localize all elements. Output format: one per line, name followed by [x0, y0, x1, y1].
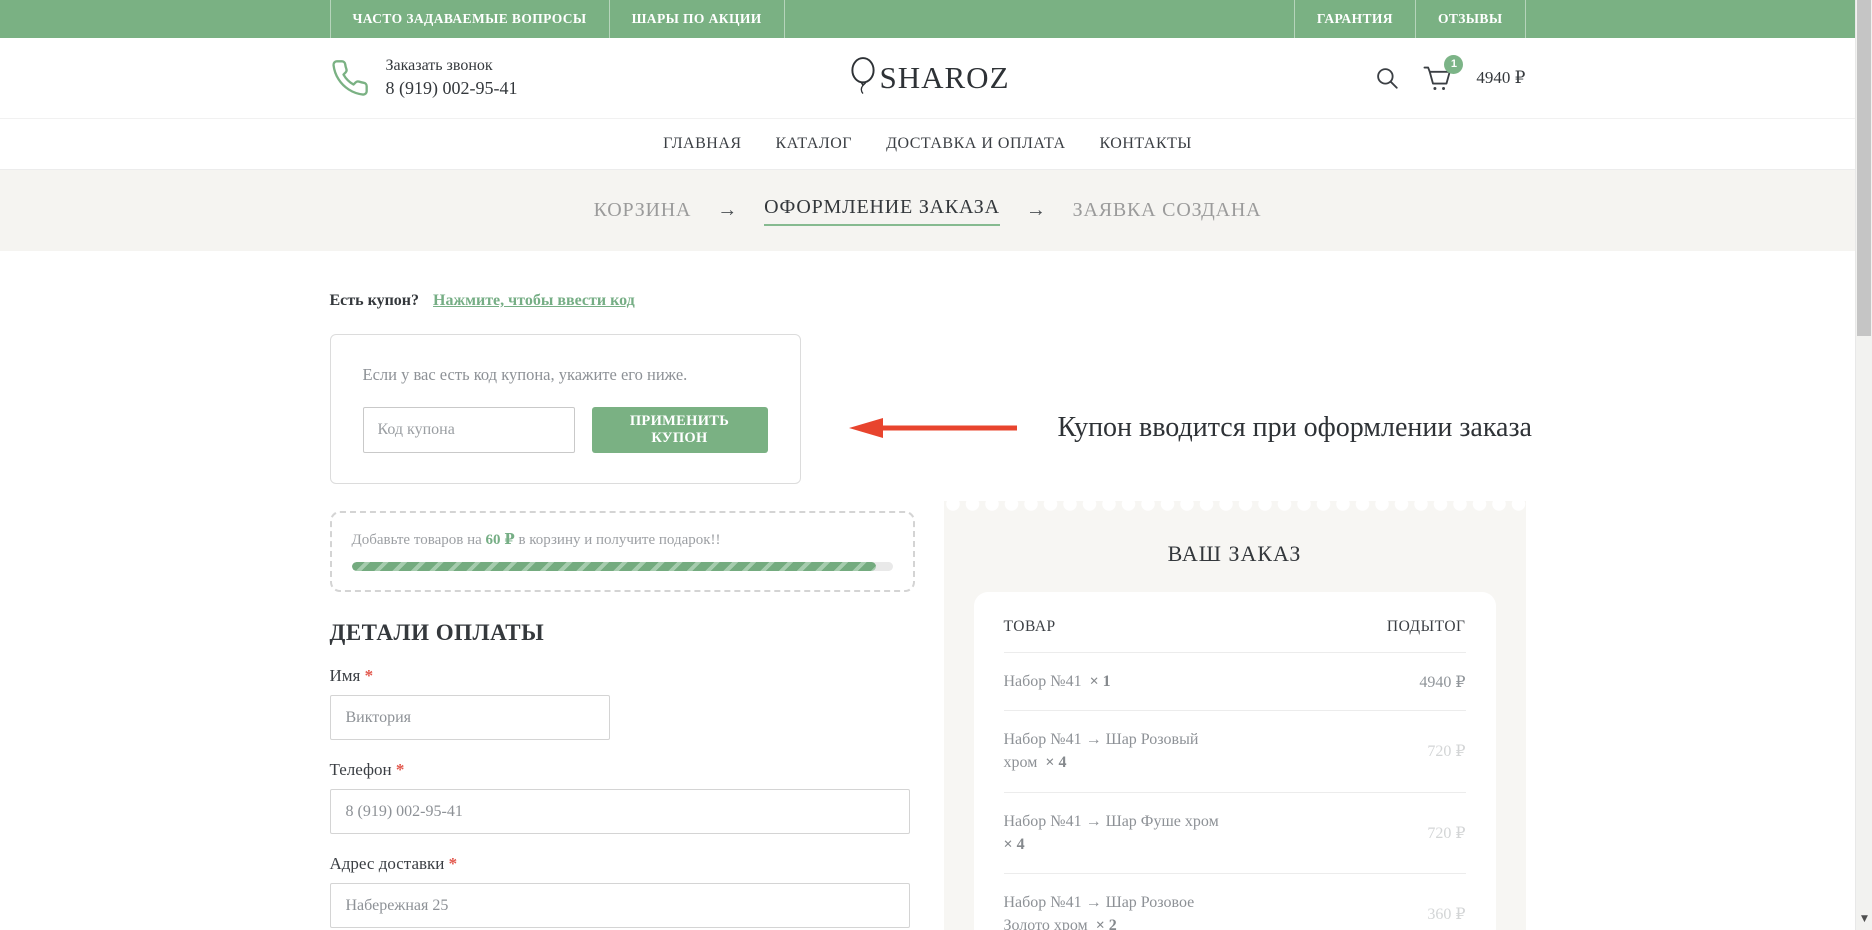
- logo[interactable]: SHAROZ: [845, 56, 1009, 100]
- page: ЧАСТО ЗАДАВАЕМЫЕ ВОПРОСЫ ШАРЫ ПО АКЦИИ Г…: [0, 0, 1855, 930]
- order-row: Набор №41 → Шар Розовое Золото хром × 2 …: [1004, 874, 1466, 930]
- order-col-product: ТОВАР: [1004, 618, 1056, 636]
- header: Заказать звонок 8 (919) 002-95-41 SHAROZ: [0, 38, 1855, 118]
- gift-progress-bar: [352, 562, 893, 571]
- nav-item-catalog[interactable]: КАТАЛОГ: [776, 119, 853, 169]
- coupon-hint-text: Если у вас есть код купона, укажите его …: [363, 365, 768, 385]
- required-mark: *: [449, 854, 458, 873]
- topbar-right-menu: ГАРАНТИЯ ОТЗЫВЫ: [1294, 0, 1526, 38]
- order-qty: × 2: [1096, 917, 1117, 930]
- order-summary-panel: ВАШ ЗАКАЗ ТОВАР ПОДЫТОГ Набор №41 × 1 49…: [944, 501, 1526, 930]
- header-actions: 1 4940 ₽: [1374, 63, 1525, 93]
- call-block: Заказать звонок 8 (919) 002-95-41: [330, 57, 518, 99]
- billing-details-title: ДЕТАЛИ ОПЛАТЫ: [330, 620, 915, 646]
- cart-button[interactable]: 1: [1422, 63, 1454, 93]
- phone-icon: [330, 58, 370, 98]
- logo-text: SHAROZ: [879, 60, 1009, 96]
- coupon-question-label: Есть купон?: [330, 292, 420, 309]
- page-scrollbar[interactable]: ▼: [1855, 0, 1872, 930]
- topbar-item-sale-balloons[interactable]: ШАРЫ ПО АКЦИИ: [609, 0, 785, 38]
- required-mark: *: [365, 666, 374, 685]
- order-summary-title: ВАШ ЗАКАЗ: [974, 541, 1496, 567]
- topbar: ЧАСТО ЗАДАВАЕМЫЕ ВОПРОСЫ ШАРЫ ПО АКЦИИ Г…: [0, 0, 1855, 38]
- apply-coupon-button[interactable]: ПРИМЕНИТЬ КУПОН: [592, 407, 768, 453]
- nav-item-contacts[interactable]: КОНТАКТЫ: [1100, 119, 1192, 169]
- order-row: Набор №41 × 1 4940 ₽: [1004, 653, 1466, 711]
- coupon-toggle-link[interactable]: Нажмите, чтобы ввести код: [433, 292, 635, 309]
- checkout-right-column: ВАШ ЗАКАЗ ТОВАР ПОДЫТОГ Набор №41 × 1 49…: [944, 251, 1526, 930]
- cart-total: 4940 ₽: [1476, 68, 1525, 88]
- order-row: Набор №41 → Шар Фуше хром × 4 720 ₽: [1004, 793, 1466, 874]
- name-field-label: Имя *: [330, 666, 915, 686]
- scrollbar-thumb[interactable]: [1857, 0, 1871, 336]
- topbar-left-menu: ЧАСТО ЗАДАВАЕМЫЕ ВОПРОСЫ ШАРЫ ПО АКЦИИ: [330, 0, 785, 38]
- address-field[interactable]: [330, 883, 910, 928]
- search-icon[interactable]: [1374, 65, 1400, 91]
- order-col-subtotal: ПОДЫТОГ: [1387, 618, 1466, 636]
- coupon-question-row: Есть купон? Нажмите, чтобы ввести код: [330, 292, 915, 310]
- checkout-left-column: Есть купон? Нажмите, чтобы ввести код Ес…: [330, 251, 915, 930]
- phone-field[interactable]: [330, 789, 910, 834]
- coupon-form: Если у вас есть код купона, укажите его …: [330, 334, 801, 484]
- breadcrumb-arrow-icon: →: [717, 199, 738, 222]
- order-qty: × 1: [1090, 673, 1111, 690]
- call-request-link[interactable]: Заказать звонок: [386, 57, 518, 75]
- balloon-icon: [845, 56, 879, 100]
- gift-amount: 60 ₽: [486, 532, 515, 548]
- topbar-item-faq[interactable]: ЧАСТО ЗАДАВАЕМЫЕ ВОПРОСЫ: [330, 0, 609, 38]
- scrollbar-down-arrow-icon[interactable]: ▼: [1856, 908, 1872, 930]
- order-table-header: ТОВАР ПОДЫТОГ: [1004, 618, 1466, 653]
- order-price: 4940 ₽: [1419, 672, 1465, 692]
- order-qty: × 4: [1004, 836, 1025, 853]
- gift-progress-box: Добавьте товаров на 60 ₽ в корзину и пол…: [330, 511, 915, 592]
- phone-field-label: Телефон *: [330, 760, 915, 780]
- topbar-item-reviews[interactable]: ОТЗЫВЫ: [1415, 0, 1526, 38]
- order-price: 720 ₽: [1427, 823, 1465, 843]
- coupon-annotation: Купон вводится при оформлении заказа: [845, 412, 1532, 444]
- breadcrumb-step-created: ЗАЯВКА СОЗДАНА: [1073, 199, 1262, 222]
- order-qty: × 4: [1045, 754, 1066, 771]
- gift-progress-text: Добавьте товаров на 60 ₽ в корзину и пол…: [352, 530, 893, 549]
- coupon-code-input[interactable]: [363, 407, 575, 453]
- red-arrow-icon: [845, 414, 1020, 442]
- breadcrumb-arrow-icon: →: [1026, 199, 1047, 222]
- nav-item-delivery[interactable]: ДОСТАВКА И ОПЛАТА: [886, 119, 1065, 169]
- header-phone-number[interactable]: 8 (919) 002-95-41: [386, 78, 518, 99]
- name-field[interactable]: [330, 695, 610, 740]
- order-price: 720 ₽: [1427, 741, 1465, 761]
- cart-count-badge: 1: [1444, 55, 1463, 74]
- gift-progress-fill: [352, 562, 877, 571]
- topbar-item-warranty[interactable]: ГАРАНТИЯ: [1294, 0, 1415, 38]
- order-summary-card: ТОВАР ПОДЫТОГ Набор №41 × 1 4940 ₽ Набор…: [974, 592, 1496, 930]
- main-nav: ГЛАВНАЯ КАТАЛОГ ДОСТАВКА И ОПЛАТА КОНТАК…: [0, 118, 1855, 170]
- order-row: Набор №41 → Шар Розовый хром × 4 720 ₽: [1004, 711, 1466, 792]
- breadcrumb-step-checkout[interactable]: ОФОРМЛЕНИЕ ЗАКАЗА: [764, 196, 1000, 226]
- address-field-label: Адрес доставки *: [330, 854, 915, 874]
- annotation-text: Купон вводится при оформлении заказа: [1058, 412, 1532, 444]
- breadcrumb-step-cart[interactable]: КОРЗИНА: [594, 199, 692, 222]
- order-price: 360 ₽: [1427, 904, 1465, 924]
- nav-item-home[interactable]: ГЛАВНАЯ: [663, 119, 741, 169]
- checkout-breadcrumb: КОРЗИНА → ОФОРМЛЕНИЕ ЗАКАЗА → ЗАЯВКА СОЗ…: [0, 170, 1855, 251]
- required-mark: *: [396, 760, 405, 779]
- checkout-main: Купон вводится при оформлении заказа Ест…: [330, 251, 1526, 930]
